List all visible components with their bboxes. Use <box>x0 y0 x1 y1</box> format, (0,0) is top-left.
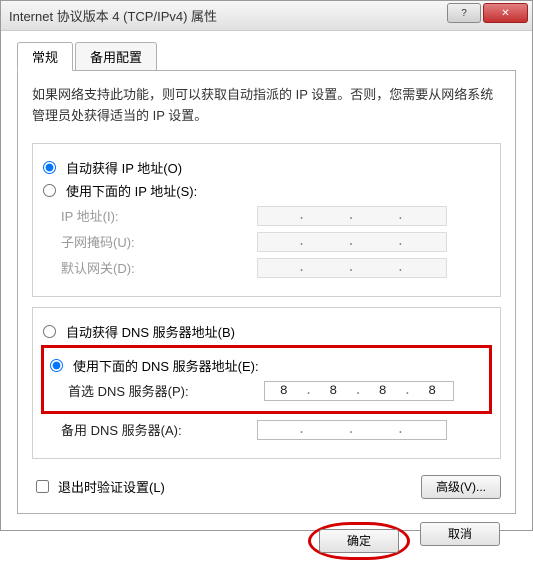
bottom-inner-row: 退出时验证设置(L) 高级(V)... <box>32 469 501 499</box>
window-title: Internet 协议版本 4 (TCP/IPv4) 属性 <box>9 6 217 25</box>
ip-address-group: 自动获得 IP 地址(O) 使用下面的 IP 地址(S): IP 地址(I): … <box>32 143 501 297</box>
radio-auto-ip-label: 自动获得 IP 地址(O) <box>66 158 182 177</box>
radio-manual-dns[interactable] <box>50 359 63 372</box>
radio-auto-ip[interactable] <box>43 161 56 174</box>
help-button[interactable]: ? <box>447 3 481 23</box>
radio-auto-dns-label: 自动获得 DNS 服务器地址(B) <box>66 322 235 341</box>
default-gateway-input: ... <box>257 258 447 278</box>
tab-general[interactable]: 常规 <box>17 42 73 71</box>
tab-page-general: 如果网络支持此功能，则可以获取自动指派的 IP 设置。否则，您需要从网络系统管理… <box>17 70 516 514</box>
radio-manual-ip-row: 使用下面的 IP 地址(S): <box>43 181 490 200</box>
ip-address-label: IP 地址(I): <box>61 206 251 225</box>
close-button[interactable]: ✕ <box>483 3 528 23</box>
validate-checkbox[interactable] <box>36 480 49 493</box>
default-gateway-row: 默认网关(D): ... <box>43 258 490 278</box>
dialog-buttons: 确定 取消 <box>17 514 516 560</box>
preferred-dns-input[interactable]: 8. 8. 8. 8 <box>264 381 454 401</box>
ip-address-input: ... <box>257 206 447 226</box>
preferred-dns-label: 首选 DNS 服务器(P): <box>68 381 258 400</box>
radio-auto-dns[interactable] <box>43 325 56 338</box>
radio-auto-dns-row: 自动获得 DNS 服务器地址(B) <box>43 322 490 341</box>
radio-manual-ip-label: 使用下面的 IP 地址(S): <box>66 181 197 200</box>
client-area: 常规 备用配置 如果网络支持此功能，则可以获取自动指派的 IP 设置。否则，您需… <box>1 31 532 570</box>
radio-auto-ip-row: 自动获得 IP 地址(O) <box>43 158 490 177</box>
radio-manual-ip[interactable] <box>43 184 56 197</box>
radio-manual-dns-row: 使用下面的 DNS 服务器地址(E): <box>50 356 483 375</box>
ipv4-properties-dialog: Internet 协议版本 4 (TCP/IPv4) 属性 ? ✕ 常规 备用配… <box>0 0 533 531</box>
titlebar[interactable]: Internet 协议版本 4 (TCP/IPv4) 属性 ? ✕ <box>1 1 532 31</box>
default-gateway-label: 默认网关(D): <box>61 258 251 277</box>
subnet-mask-row: 子网掩码(U): ... <box>43 232 490 252</box>
alternate-dns-input[interactable]: ... <box>257 420 447 440</box>
advanced-row: 高级(V)... <box>421 475 501 499</box>
ip-address-row: IP 地址(I): ... <box>43 206 490 226</box>
title-buttons: ? ✕ <box>447 3 528 23</box>
subnet-mask-label: 子网掩码(U): <box>61 232 251 251</box>
alternate-dns-row: 备用 DNS 服务器(A): ... <box>43 420 490 440</box>
cancel-button[interactable]: 取消 <box>420 522 500 546</box>
preferred-dns-row: 首选 DNS 服务器(P): 8. 8. 8. 8 <box>50 381 483 401</box>
validate-checkbox-row: 退出时验证设置(L) <box>32 477 165 496</box>
radio-manual-dns-label: 使用下面的 DNS 服务器地址(E): <box>73 356 259 375</box>
tabstrip: 常规 备用配置 <box>17 42 516 71</box>
tab-alternate[interactable]: 备用配置 <box>75 42 157 71</box>
description-text: 如果网络支持此功能，则可以获取自动指派的 IP 设置。否则，您需要从网络系统管理… <box>32 85 501 127</box>
alternate-dns-label: 备用 DNS 服务器(A): <box>61 420 251 439</box>
manual-dns-highlight: 使用下面的 DNS 服务器地址(E): 首选 DNS 服务器(P): 8. 8.… <box>41 345 492 414</box>
advanced-button[interactable]: 高级(V)... <box>421 475 501 499</box>
subnet-mask-input: ... <box>257 232 447 252</box>
ok-highlight: 确定 <box>308 522 410 560</box>
ok-button[interactable]: 确定 <box>319 529 399 553</box>
validate-checkbox-label: 退出时验证设置(L) <box>58 477 165 496</box>
dns-group: 自动获得 DNS 服务器地址(B) 使用下面的 DNS 服务器地址(E): 首选… <box>32 307 501 459</box>
